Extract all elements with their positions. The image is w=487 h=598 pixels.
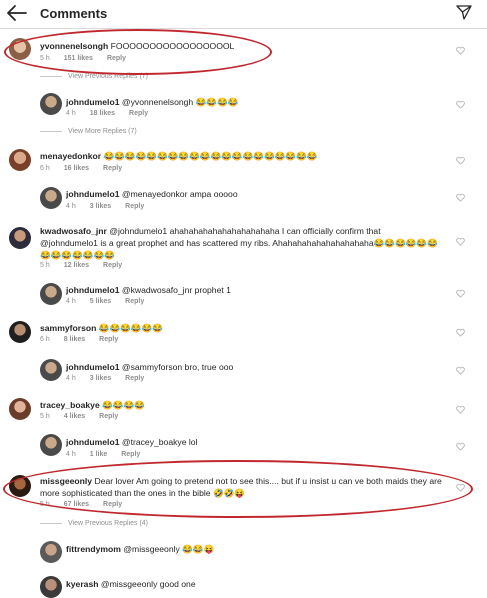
heart-outline-icon[interactable]: [456, 100, 465, 109]
heart-outline-icon[interactable]: [456, 366, 465, 375]
heart-outline-icon[interactable]: [456, 405, 465, 414]
like-count[interactable]: 16 likes: [64, 165, 89, 172]
like-count[interactable]: 3 likes: [90, 203, 111, 210]
reply-button[interactable]: Reply: [125, 298, 144, 305]
like-count[interactable]: 3 likes: [90, 375, 111, 382]
comment-time: 6 h: [40, 336, 50, 343]
reply-button[interactable]: Reply: [103, 262, 122, 269]
comment-time: 6 h: [40, 165, 50, 172]
heart-outline-icon[interactable]: [456, 237, 465, 246]
comment-username[interactable]: kyerash: [66, 579, 99, 589]
avatar[interactable]: [40, 187, 62, 209]
comment-time: 4 h: [66, 298, 76, 305]
comment-text: 😂😂😂😂😂😂😂😂😂😂😂😂😂😂😂😂😂😂😂😂: [103, 151, 318, 161]
comment-text: @missgeeonly good one: [100, 579, 196, 589]
comment-text: 😂😂😂😂: [102, 400, 145, 410]
arrow-left-icon[interactable]: [6, 4, 28, 22]
comment-text: @missgeeonly 😂😂😝: [123, 544, 215, 554]
heart-outline-icon[interactable]: [456, 289, 465, 298]
comment-username[interactable]: sammyforson: [40, 323, 96, 333]
reply-button[interactable]: Reply: [103, 165, 122, 172]
comment-time: 4 h: [66, 110, 76, 117]
avatar[interactable]: [40, 576, 62, 598]
comment-username[interactable]: kwadwosafo_jnr: [40, 226, 107, 236]
comment-username[interactable]: tracey_boakye: [40, 400, 100, 410]
like-count[interactable]: 8 likes: [64, 336, 85, 343]
heart-outline-icon[interactable]: [456, 442, 465, 451]
comment-time: 5 h: [40, 413, 50, 420]
reply-button[interactable]: Reply: [125, 203, 144, 210]
comment-text: @menayedonkor ampa ooooo: [121, 189, 238, 199]
reply-button[interactable]: Reply: [99, 336, 118, 343]
comment-text: @sammyforson bro, true ooo: [121, 362, 234, 372]
comment-text: @yvonnenelsongh 😂😂😂😂: [121, 97, 239, 107]
avatar[interactable]: [40, 541, 62, 563]
avatar[interactable]: [40, 359, 62, 381]
comment-username[interactable]: fittrendymom: [66, 544, 121, 554]
avatar[interactable]: [40, 434, 62, 456]
comment-username[interactable]: johndumelo1: [66, 362, 119, 372]
highlight-ellipse: [4, 29, 272, 75]
heart-outline-icon[interactable]: [456, 328, 465, 337]
comment-username[interactable]: johndumelo1: [66, 437, 119, 447]
comment-username[interactable]: johndumelo1: [66, 285, 119, 295]
avatar[interactable]: [9, 149, 31, 171]
like-count[interactable]: 18 likes: [90, 110, 115, 117]
heart-outline-icon[interactable]: [456, 156, 465, 165]
comment-text: @tracey_boakye lol: [121, 437, 198, 447]
comment-time: 4 h: [66, 375, 76, 382]
comment-time: 5 h: [40, 262, 50, 269]
view-more-replies[interactable]: View More Replies (7): [40, 128, 137, 135]
page-title: Comments: [40, 6, 108, 21]
avatar[interactable]: [9, 321, 31, 343]
comment-username[interactable]: johndumelo1: [66, 97, 119, 107]
avatar[interactable]: [9, 227, 31, 249]
like-count[interactable]: 5 likes: [90, 298, 111, 305]
heart-outline-icon[interactable]: [456, 193, 465, 202]
avatar[interactable]: [40, 93, 62, 115]
reply-button[interactable]: Reply: [125, 375, 144, 382]
like-count[interactable]: 4 likes: [64, 413, 85, 420]
paper-plane-icon[interactable]: [456, 4, 472, 20]
comment-text: 😂😂😂😂😂😂: [98, 323, 163, 333]
comment-time: 4 h: [66, 203, 76, 210]
comment-text: @kwadwosafo_jnr prophet 1: [121, 285, 231, 295]
view-previous-replies[interactable]: View Previous Replies (4): [40, 520, 148, 527]
avatar[interactable]: [9, 398, 31, 420]
reply-button[interactable]: Reply: [121, 451, 140, 458]
comment-username[interactable]: johndumelo1: [66, 189, 119, 199]
comments-header: Comments: [0, 0, 487, 29]
comment-time: 4 h: [66, 451, 76, 458]
heart-outline-icon[interactable]: [456, 46, 465, 55]
reply-button[interactable]: Reply: [129, 110, 148, 117]
avatar[interactable]: [40, 283, 62, 305]
reply-button[interactable]: Reply: [99, 413, 118, 420]
like-count[interactable]: 12 likes: [64, 262, 89, 269]
comment-username[interactable]: menayedonkor: [40, 151, 101, 161]
highlight-ellipse: [3, 460, 473, 518]
like-count[interactable]: 1 like: [90, 451, 108, 458]
